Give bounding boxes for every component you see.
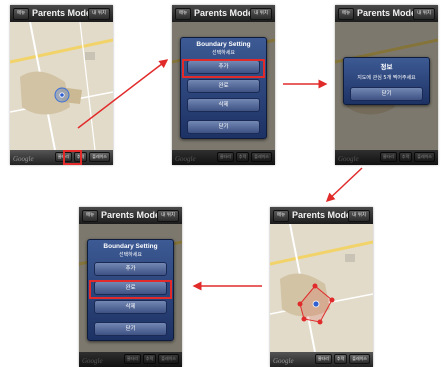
title-bar: 메뉴 Parents Mode 내 위치	[10, 5, 113, 22]
boundary-setting-dialog: Boundary Setting 선택하세요 추가 완료 삭제 닫기	[180, 37, 267, 139]
map-view[interactable]	[10, 22, 113, 150]
my-location-button[interactable]: 내 위치	[88, 8, 110, 20]
place-button[interactable]: 플레이스	[349, 354, 370, 364]
title-bar: 메뉴 Parents Mode 내 위치	[335, 5, 438, 22]
highlight-done-button	[89, 280, 172, 299]
bottom-toolbar: Google 울타리 추적 플레이스	[270, 352, 373, 367]
arrow-step3-to-step4	[325, 167, 363, 203]
map-graphic	[270, 224, 373, 352]
delete-button[interactable]: 삭제	[94, 300, 167, 314]
place-button[interactable]: 플레이스	[89, 152, 110, 162]
my-location-button[interactable]: 내 위치	[157, 210, 179, 222]
done-button[interactable]: 완료	[187, 79, 260, 93]
screen-map-default: 메뉴 Parents Mode 내 위치 Google 울타리 추적 플레이스	[10, 5, 113, 165]
title-bar: 메뉴 Parents Mode 내 위치	[270, 207, 373, 224]
google-logo: Google	[13, 155, 34, 163]
close-button[interactable]: 닫기	[187, 120, 260, 134]
alert-message: 지도에 관심 5개 찍어주세요	[357, 75, 416, 81]
dialog-subtitle: 선택하세요	[211, 50, 235, 56]
close-button[interactable]: 닫기	[94, 322, 167, 336]
map-view[interactable]	[270, 224, 373, 352]
fence-button[interactable]: 울타리	[314, 354, 332, 364]
map-graphic	[10, 22, 113, 150]
bottom-toolbar: Google 울타리 추적 플레이스	[10, 150, 113, 165]
screen-info-alert: 메뉴 Parents Mode 내 위치 Google 울타리 추적 플레이스 …	[335, 5, 438, 165]
title-bar: 메뉴 Parents Mode 내 위치	[79, 207, 182, 224]
screen-boundary-points: 메뉴 Parents Mode 내 위치 Google 울타리 추적 플레이스	[270, 207, 373, 367]
highlight-fence-button	[63, 150, 82, 165]
info-alert-dialog: 정보 지도에 관심 5개 찍어주세요 닫기	[343, 57, 430, 105]
dialog-subtitle: 선택하세요	[118, 252, 142, 258]
dialog-title: Boundary Setting	[196, 41, 251, 48]
alert-close-button[interactable]: 닫기	[350, 87, 423, 101]
title-bar: 메뉴 Parents Mode 내 위치	[172, 5, 275, 22]
dialog-title: Boundary Setting	[103, 243, 158, 250]
my-location-button[interactable]: 내 위치	[413, 8, 435, 20]
add-button[interactable]: 추가	[94, 262, 167, 276]
my-location-button[interactable]: 내 위치	[250, 8, 272, 20]
track-button[interactable]: 추적	[333, 354, 348, 364]
screen-boundary-done: 메뉴 Parents Mode 내 위치 Google 울타리 추적 플레이스 …	[79, 207, 182, 367]
screen-boundary-add: 메뉴 Parents Mode 내 위치 Google 울타리 추적 플레이스 …	[172, 5, 275, 165]
alert-title: 정보	[380, 64, 393, 71]
google-logo: Google	[273, 357, 294, 365]
highlight-add-button	[182, 59, 265, 78]
my-location-button[interactable]: 내 위치	[348, 210, 370, 222]
delete-button[interactable]: 삭제	[187, 98, 260, 112]
